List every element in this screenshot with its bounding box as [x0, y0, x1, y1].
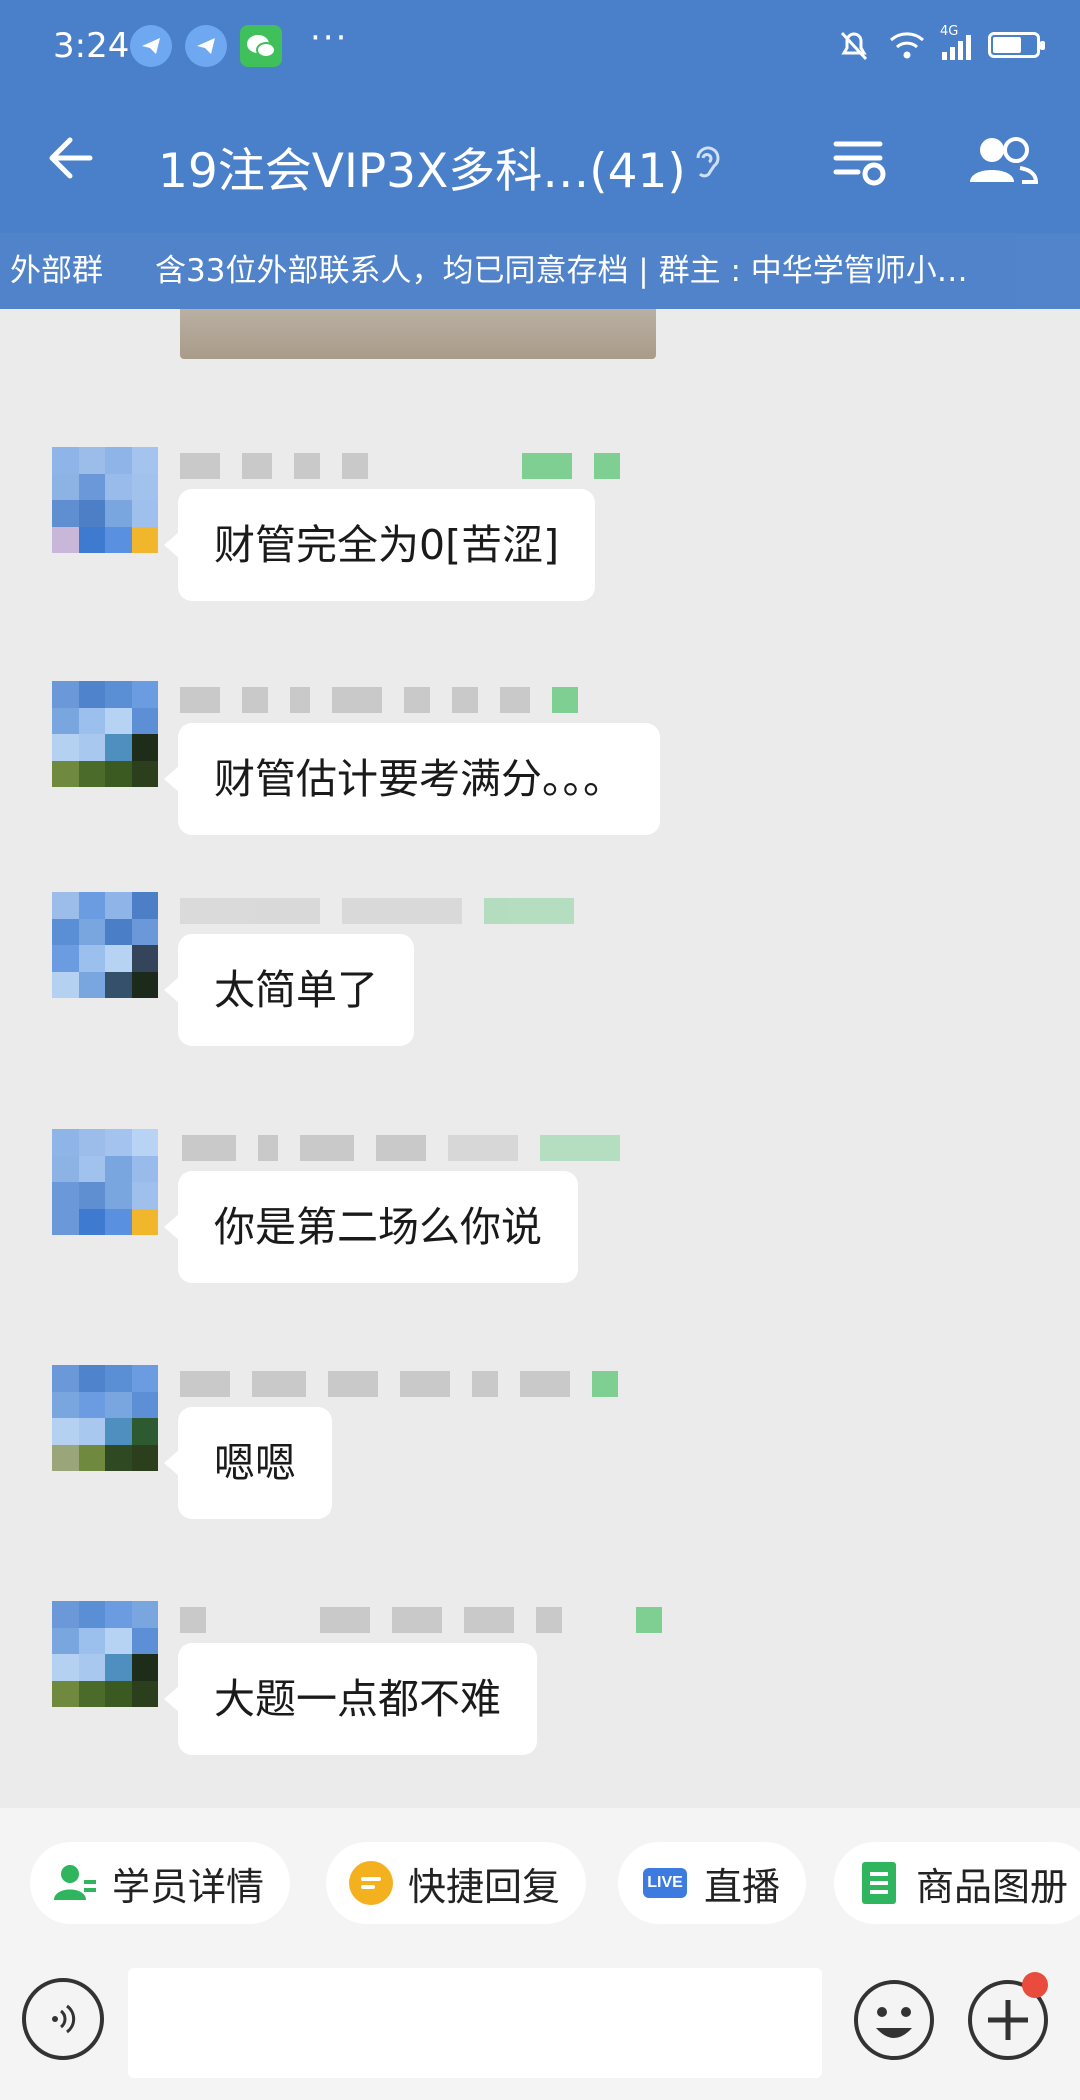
message-bubble[interactable]: 太简单了 [164, 934, 414, 1046]
image-message[interactable] [180, 309, 656, 359]
quick-reply-icon [348, 1860, 394, 1906]
product-catalog-label: 商品图册 [916, 1864, 1069, 1909]
live-icon: LIVE [640, 1860, 690, 1906]
mute-bell-icon [840, 31, 868, 61]
wifi-icon [890, 32, 924, 59]
message-input[interactable] [128, 1968, 822, 2078]
avatar[interactable] [52, 1129, 158, 1235]
avatar[interactable] [52, 1601, 158, 1707]
catalog-icon [856, 1860, 902, 1906]
student-icon [52, 1860, 98, 1906]
unread-dot [1022, 1972, 1048, 1998]
quick-reply-label: 快捷回复 [408, 1864, 561, 1909]
avatar[interactable] [52, 892, 158, 998]
live-label: 直播 [704, 1864, 781, 1909]
quick-reply-button[interactable]: 快捷回复 [326, 1842, 587, 1924]
voice-icon [52, 2004, 76, 2034]
sender-name [182, 1135, 620, 1163]
sender-name [180, 1607, 662, 1635]
message-bubble[interactable]: 财管估计要考满分。。。 [164, 723, 660, 835]
avatar[interactable] [52, 681, 158, 787]
sender-name [180, 453, 620, 481]
message-bubble[interactable]: 大题一点都不难 [164, 1643, 537, 1755]
avatar[interactable] [52, 447, 158, 553]
message-bubble[interactable]: 财管完全为0[苦涩] [163, 489, 596, 601]
emoji-icon[interactable] [852, 1978, 936, 2062]
live-badge: LIVE [643, 1868, 687, 1898]
status-bar: 3:24 ··· 4G [0, 0, 1080, 95]
status-icons: 4G [834, 24, 1045, 65]
telegram-icon [185, 25, 227, 67]
sender-name [180, 1371, 618, 1399]
telegram-icon [130, 25, 172, 67]
sender-name [180, 898, 574, 926]
header: 3:24 ··· 4G 19注会VIP3X多科…(41) [0, 0, 1080, 233]
wechat-icon [240, 25, 282, 67]
message-bubble[interactable]: 你是第二场么你说 [164, 1171, 578, 1283]
people-icon[interactable] [966, 130, 1040, 190]
signal-icon: 4G [940, 24, 974, 62]
nav-bar: 19注会VIP3X多科…(41) [0, 100, 1080, 230]
student-details-button[interactable]: 学员详情 [30, 1842, 291, 1924]
ear-icon [696, 146, 720, 178]
message-bubble[interactable]: 嗯嗯 [164, 1407, 332, 1519]
student-details-label: 学员详情 [112, 1864, 265, 1909]
group-info-text: 含33位外部联系人，均已同意存档 | 群主 : 中华学管师小… [155, 253, 968, 289]
battery-icon [988, 32, 1045, 58]
live-button[interactable]: LIVE 直播 [618, 1842, 807, 1924]
chat-area[interactable]: 财管完全为0[苦涩] 财管估计要考满分。。。 太简单了 你是第二场么你说 嗯嗯 … [0, 309, 1080, 1809]
page-title: 19注会VIP3X多科…(41) [158, 144, 686, 199]
quick-actions-bar: 学员详情 快捷回复 LIVE 直播 商品图册 [0, 1808, 1080, 1958]
status-time: 3:24 [53, 26, 130, 66]
more-notifications-icon: ··· [310, 18, 349, 58]
group-info-banner[interactable]: 外部群 含33位外部联系人，均已同意存档 | 群主 : 中华学管师小… [0, 233, 1080, 309]
external-group-tag: 外部群 [10, 253, 103, 289]
voice-input-button[interactable] [22, 1978, 104, 2060]
avatar[interactable] [52, 1365, 158, 1471]
product-catalog-button[interactable]: 商品图册 [834, 1842, 1080, 1924]
network-label: 4G [940, 24, 959, 39]
back-arrow-icon[interactable] [40, 128, 100, 188]
sender-name [180, 687, 578, 715]
menu-icon[interactable] [830, 130, 890, 190]
input-bar [0, 1958, 1080, 2100]
